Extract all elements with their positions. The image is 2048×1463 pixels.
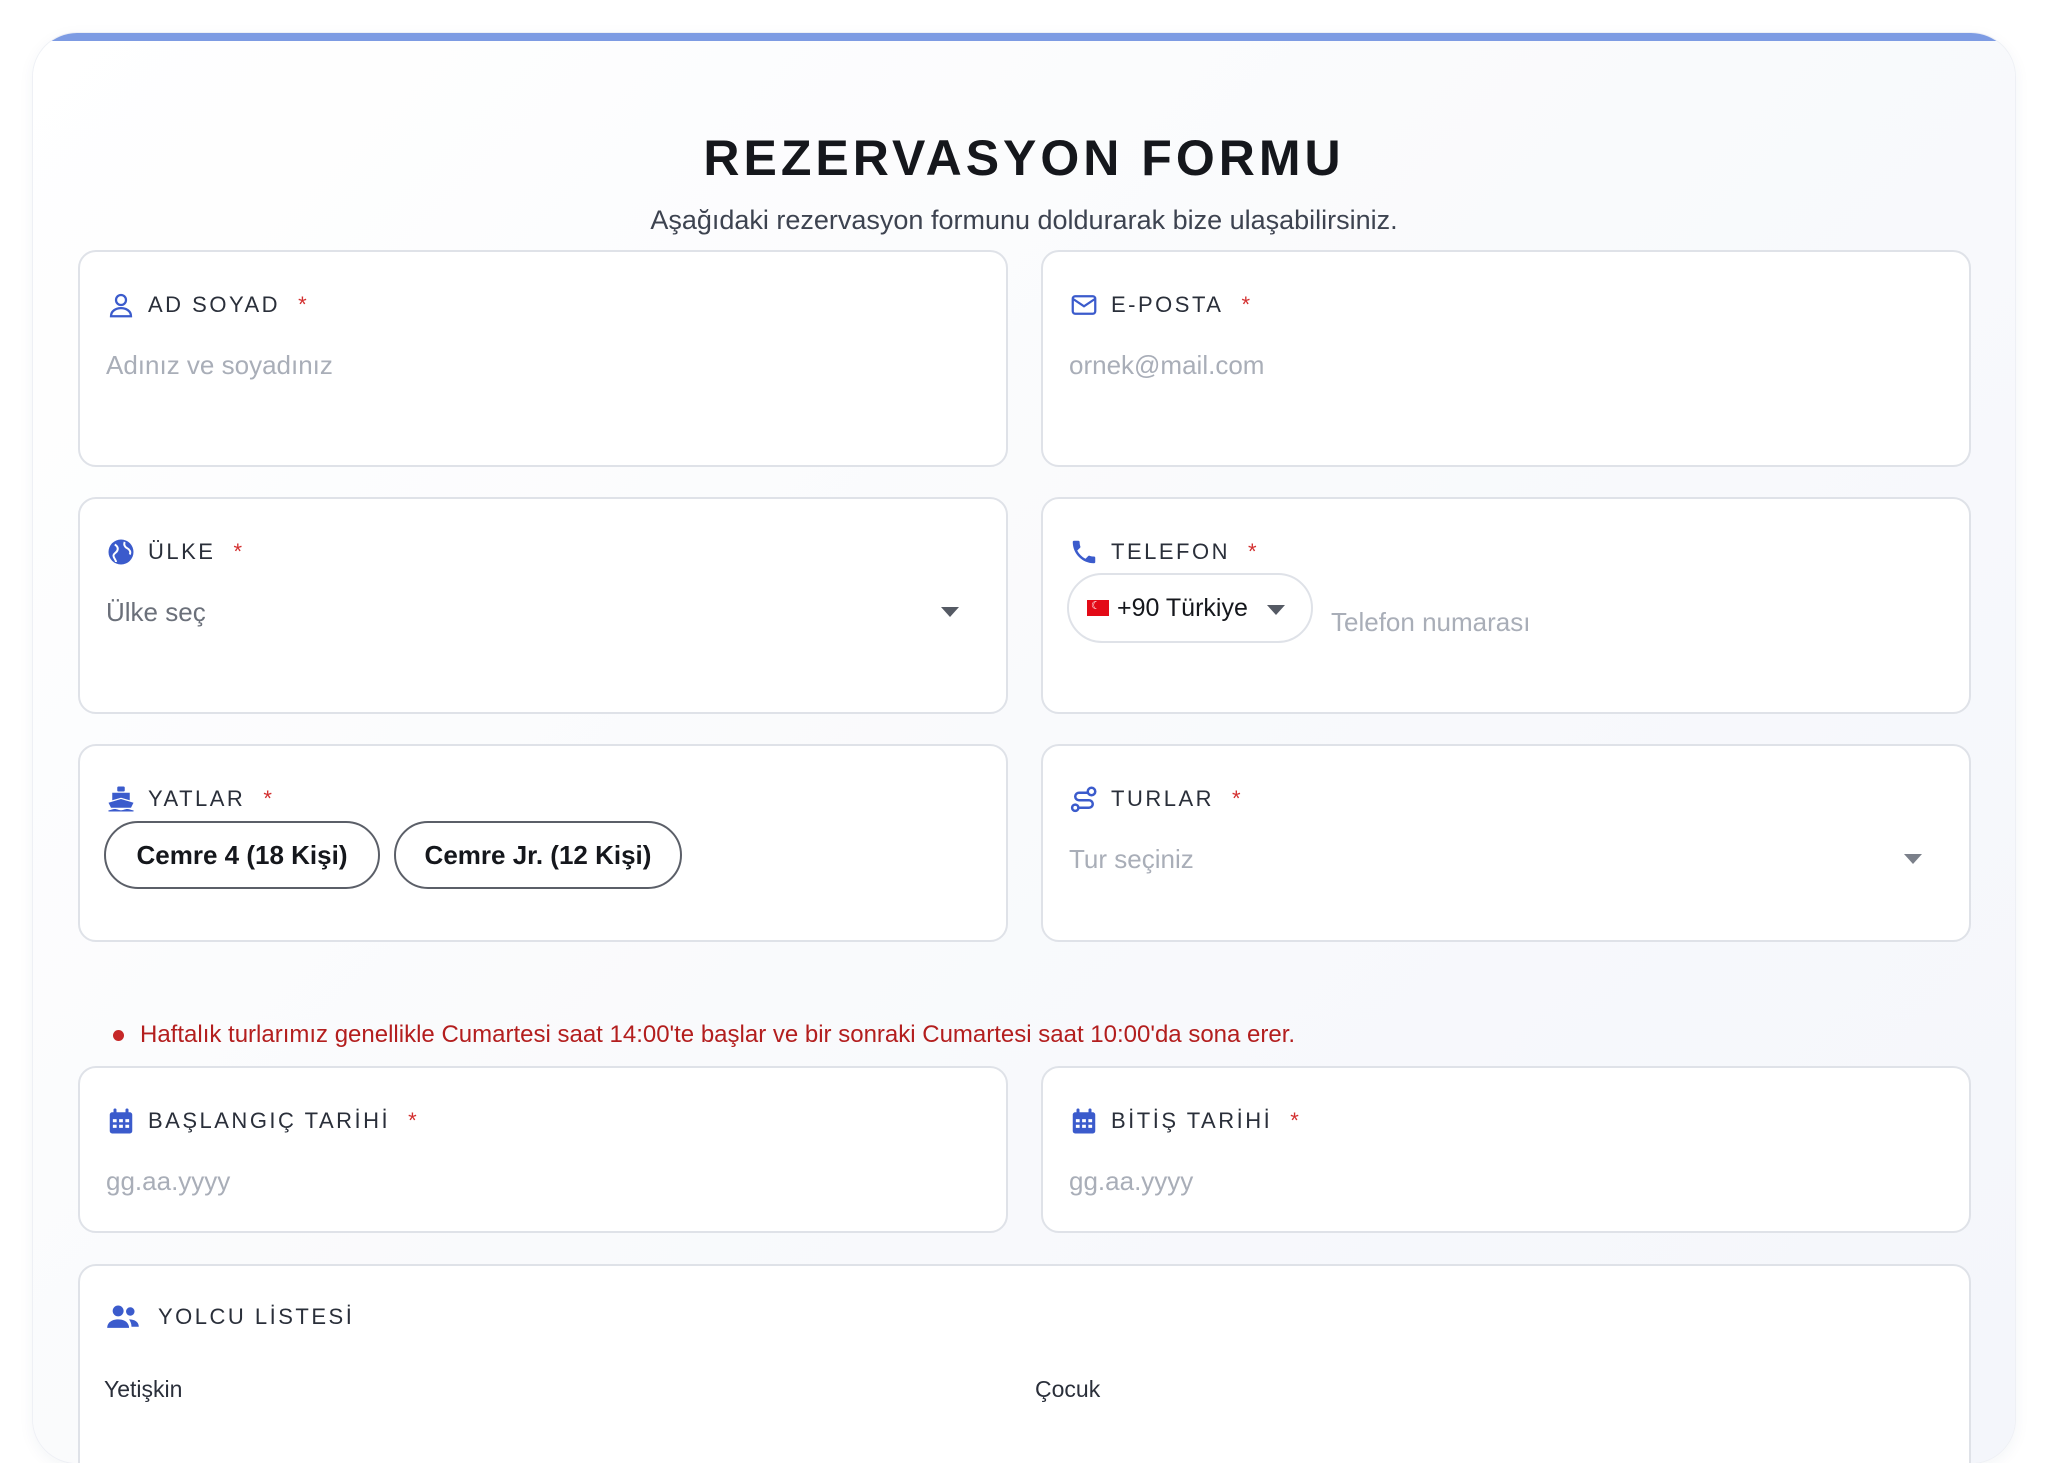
chevron-down-icon	[1267, 605, 1285, 615]
yacht-option-cemre-jr[interactable]: Cemre Jr. (12 Kişi)	[394, 821, 682, 889]
user-icon	[106, 290, 136, 320]
country-field[interactable]: ÜLKE * Ülke seç	[78, 497, 1008, 714]
name-field[interactable]: AD SOYAD * Adınız ve soyadınız	[78, 250, 1008, 467]
passenger-list-field: YOLCU LİSTESİ Yetişkin Çocuk	[78, 1264, 1971, 1463]
adult-label: Yetişkin	[104, 1376, 183, 1402]
phone-label-text: TELEFON	[1111, 539, 1230, 564]
chevron-down-icon[interactable]	[1904, 854, 1922, 864]
tours-label-text: TURLAR	[1111, 786, 1215, 811]
tours-label: TURLAR *	[1069, 784, 1241, 814]
route-icon	[1069, 784, 1099, 814]
start-date-label: BAŞLANGIÇ TARİHİ *	[106, 1106, 417, 1136]
end-date-input[interactable]: gg.aa.yyyy	[1069, 1166, 1193, 1197]
phone-field[interactable]: TELEFON * +90 Türkiye Telefon numarası	[1041, 497, 1971, 714]
start-date-label-text: BAŞLANGIÇ TARİHİ	[148, 1108, 391, 1133]
required-mark: *	[1247, 539, 1257, 564]
end-date-label: BİTİŞ TARİHİ *	[1069, 1106, 1299, 1136]
passenger-list-label: YOLCU LİSTESİ	[106, 1302, 354, 1332]
required-mark: *	[1232, 786, 1241, 811]
start-date-field[interactable]: BAŞLANGIÇ TARİHİ * gg.aa.yyyy	[78, 1066, 1008, 1233]
required-mark: *	[408, 1108, 417, 1133]
required-mark: *	[263, 786, 272, 811]
required-mark: *	[1290, 1108, 1299, 1133]
passenger-list-label-text: YOLCU LİSTESİ	[158, 1304, 355, 1329]
required-mark: *	[1241, 292, 1251, 317]
globe-icon	[106, 537, 136, 567]
start-date-input[interactable]: gg.aa.yyyy	[106, 1166, 230, 1197]
users-icon	[106, 1302, 140, 1332]
schedule-note: Haftalık turlarımız genellikle Cumartesi…	[113, 1021, 1295, 1049]
email-field[interactable]: E-POSTA * ornek@mail.com	[1041, 250, 1971, 467]
yachts-label-text: YATLAR	[148, 786, 246, 811]
schedule-note-text: Haftalık turlarımız genellikle Cumartesi…	[140, 1021, 1296, 1048]
turkey-flag-icon	[1087, 599, 1109, 616]
phone-label: TELEFON *	[1069, 537, 1257, 567]
child-label: Çocuk	[1035, 1376, 1101, 1402]
envelope-icon	[1069, 290, 1099, 320]
yachts-field: YATLAR * Cemre 4 (18 Kişi) Cemre Jr. (12…	[78, 744, 1008, 942]
required-mark: *	[298, 292, 307, 317]
page-subtitle: Aşağıdaki rezervasyon formunu doldurarak…	[650, 205, 1398, 235]
yacht-option-cemre-4[interactable]: Cemre 4 (18 Kişi)	[104, 821, 380, 889]
calendar-icon	[1069, 1106, 1099, 1136]
chevron-down-icon[interactable]	[941, 607, 959, 617]
country-label-text: ÜLKE	[148, 539, 216, 564]
ship-icon	[106, 784, 136, 814]
end-date-label-text: BİTİŞ TARİHİ	[1111, 1108, 1273, 1133]
name-input[interactable]: Adınız ve soyadınız	[106, 350, 333, 381]
country-code-select[interactable]: +90 Türkiye	[1067, 573, 1313, 643]
yachts-label: YATLAR *	[106, 784, 272, 814]
required-mark: *	[233, 539, 243, 564]
reservation-card: REZERVASYON FORMU Aşağıdaki rezervasyon …	[33, 33, 2015, 1463]
country-select[interactable]: Ülke seç	[106, 597, 206, 628]
email-label: E-POSTA *	[1069, 290, 1250, 320]
tours-field[interactable]: TURLAR * Tur seçiniz	[1041, 744, 1971, 942]
name-label-text: AD SOYAD	[148, 292, 281, 317]
end-date-field[interactable]: BİTİŞ TARİHİ * gg.aa.yyyy	[1041, 1066, 1971, 1233]
tours-select[interactable]: Tur seçiniz	[1069, 844, 1194, 875]
country-label: ÜLKE *	[106, 537, 242, 567]
phone-input[interactable]: Telefon numarası	[1331, 607, 1530, 638]
name-label: AD SOYAD *	[106, 290, 307, 320]
country-code-value: +90 Türkiye	[1117, 593, 1248, 622]
email-input[interactable]: ornek@mail.com	[1069, 350, 1264, 381]
page-title: REZERVASYON FORMU	[703, 130, 1345, 186]
calendar-icon	[106, 1106, 136, 1136]
note-bullet-icon	[113, 1029, 124, 1041]
phone-icon	[1069, 537, 1099, 567]
email-label-text: E-POSTA	[1111, 292, 1224, 317]
card-accent-line	[33, 33, 2015, 41]
